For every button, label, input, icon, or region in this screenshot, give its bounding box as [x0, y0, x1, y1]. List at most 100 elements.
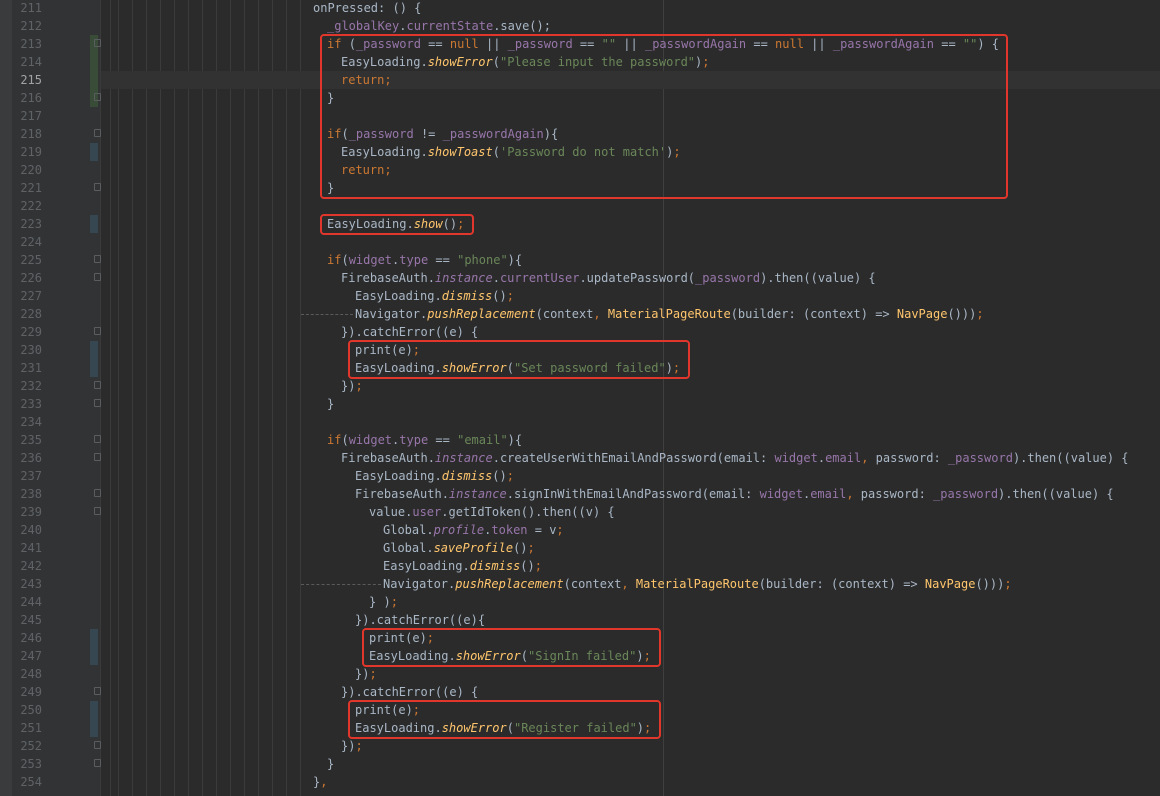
- code-line[interactable]: 244} );: [0, 593, 1160, 611]
- code-line[interactable]: 226 FirebaseAuth.instance.currentUser.upd…: [0, 269, 1160, 287]
- code-line[interactable]: 224: [0, 233, 1160, 251]
- vcs-modified-marker[interactable]: [90, 647, 98, 665]
- line-number[interactable]: 239: [12, 503, 42, 521]
- vcs-modified-marker[interactable]: [90, 701, 98, 719]
- code-line[interactable]: 248});: [0, 665, 1160, 683]
- line-number[interactable]: 233: [12, 395, 42, 413]
- code-line[interactable]: 253}: [0, 755, 1160, 773]
- code-line[interactable]: 237 EasyLoading.dismiss();: [0, 467, 1160, 485]
- line-number[interactable]: 238: [12, 485, 42, 503]
- line-number[interactable]: 225: [12, 251, 42, 269]
- line-number[interactable]: 254: [12, 773, 42, 791]
- vcs-modified-marker[interactable]: [90, 719, 98, 737]
- line-number[interactable]: 224: [12, 233, 42, 251]
- code-line[interactable]: 249}).catchError((e) {: [0, 683, 1160, 701]
- fold-toggle-icon[interactable]: [94, 381, 101, 389]
- vcs-added-marker[interactable]: [90, 53, 98, 71]
- code-line[interactable]: 234: [0, 413, 1160, 431]
- code-token: }).catchError((e) {: [341, 325, 479, 339]
- line-number[interactable]: 250: [12, 701, 42, 719]
- fold-toggle-icon[interactable]: [94, 507, 101, 515]
- line-number[interactable]: 245: [12, 611, 42, 629]
- line-number[interactable]: 242: [12, 557, 42, 575]
- code-line[interactable]: 212 _globalKey.currentState.save();: [0, 17, 1160, 35]
- line-number[interactable]: 230: [12, 341, 42, 359]
- line-number[interactable]: 226: [12, 269, 42, 287]
- fold-toggle-icon[interactable]: [94, 399, 101, 407]
- code-line[interactable]: 222: [0, 197, 1160, 215]
- fold-toggle-icon[interactable]: [94, 255, 101, 263]
- line-number[interactable]: 227: [12, 287, 42, 305]
- line-number[interactable]: 218: [12, 125, 42, 143]
- fold-toggle-icon[interactable]: [94, 93, 101, 101]
- code-line[interactable]: 233}: [0, 395, 1160, 413]
- vcs-modified-marker[interactable]: [90, 359, 98, 377]
- vcs-modified-marker[interactable]: [90, 341, 98, 359]
- line-number[interactable]: 236: [12, 449, 42, 467]
- line-number[interactable]: 251: [12, 719, 42, 737]
- line-number[interactable]: 228: [12, 305, 42, 323]
- code-line[interactable]: 211 onPressed: () {: [0, 0, 1160, 17]
- line-number[interactable]: 237: [12, 467, 42, 485]
- fold-toggle-icon[interactable]: [94, 129, 101, 137]
- line-number[interactable]: 217: [12, 107, 42, 125]
- code-line[interactable]: 252});: [0, 737, 1160, 755]
- line-number[interactable]: 244: [12, 593, 42, 611]
- fold-toggle-icon[interactable]: [94, 489, 101, 497]
- vcs-modified-marker[interactable]: [90, 143, 98, 161]
- line-number[interactable]: 232: [12, 377, 42, 395]
- code-line[interactable]: 232});: [0, 377, 1160, 395]
- code-line[interactable]: 225 if(widget.type == "phone"){: [0, 251, 1160, 269]
- code-line[interactable]: 228 Navigator.pushReplacement(context, Ma…: [0, 305, 1160, 323]
- fold-toggle-icon[interactable]: [94, 39, 101, 47]
- line-number[interactable]: 216: [12, 89, 42, 107]
- code-line[interactable]: 240 Global.profile.token = v;: [0, 521, 1160, 539]
- line-number[interactable]: 249: [12, 683, 42, 701]
- fold-toggle-icon[interactable]: [94, 759, 101, 767]
- line-number[interactable]: 211: [12, 0, 42, 17]
- fold-toggle-icon[interactable]: [94, 327, 101, 335]
- line-number[interactable]: 229: [12, 323, 42, 341]
- line-number[interactable]: 248: [12, 665, 42, 683]
- vcs-modified-marker[interactable]: [90, 629, 98, 647]
- line-number[interactable]: 220: [12, 161, 42, 179]
- line-number[interactable]: 240: [12, 521, 42, 539]
- line-number[interactable]: 231: [12, 359, 42, 377]
- line-number[interactable]: 235: [12, 431, 42, 449]
- code-line[interactable]: 238 FirebaseAuth.instance.signInWithEmail…: [0, 485, 1160, 503]
- line-number[interactable]: 241: [12, 539, 42, 557]
- line-number[interactable]: 223: [12, 215, 42, 233]
- line-number[interactable]: 246: [12, 629, 42, 647]
- line-number[interactable]: 213: [12, 35, 42, 53]
- code-line[interactable]: 229 }).catchError((e) {: [0, 323, 1160, 341]
- line-number[interactable]: 212: [12, 17, 42, 35]
- code-line[interactable]: 235 if(widget.type == "email"){: [0, 431, 1160, 449]
- code-line[interactable]: 241 Global.saveProfile();: [0, 539, 1160, 557]
- vcs-modified-marker[interactable]: [90, 215, 98, 233]
- code-line[interactable]: 243 Navigator.pushReplacement(context, Ma…: [0, 575, 1160, 593]
- fold-toggle-icon[interactable]: [94, 741, 101, 749]
- code-line[interactable]: 254},: [0, 773, 1160, 791]
- line-number[interactable]: 234: [12, 413, 42, 431]
- code-line[interactable]: 227 EasyLoading.dismiss();: [0, 287, 1160, 305]
- line-number[interactable]: 215: [12, 71, 42, 89]
- fold-toggle-icon[interactable]: [94, 273, 101, 281]
- line-number[interactable]: 243: [12, 575, 42, 593]
- line-number[interactable]: 252: [12, 737, 42, 755]
- line-number[interactable]: 221: [12, 179, 42, 197]
- code-line[interactable]: 242 EasyLoading.dismiss();: [0, 557, 1160, 575]
- fold-toggle-icon[interactable]: [94, 453, 101, 461]
- vcs-added-marker[interactable]: [90, 71, 98, 89]
- code-line[interactable]: 236 FirebaseAuth.instance.createUserWithE…: [0, 449, 1160, 467]
- line-number[interactable]: 219: [12, 143, 42, 161]
- line-number[interactable]: 214: [12, 53, 42, 71]
- code-line[interactable]: 239 value.user.getIdToken().then((v) {: [0, 503, 1160, 521]
- code-line[interactable]: 223 EasyLoading.show();: [0, 215, 1160, 233]
- fold-toggle-icon[interactable]: [94, 435, 101, 443]
- line-number[interactable]: 222: [12, 197, 42, 215]
- line-number[interactable]: 247: [12, 647, 42, 665]
- fold-toggle-icon[interactable]: [94, 183, 101, 191]
- fold-toggle-icon[interactable]: [94, 687, 101, 695]
- line-number[interactable]: 253: [12, 755, 42, 773]
- code-line[interactable]: 245}).catchError((e){: [0, 611, 1160, 629]
